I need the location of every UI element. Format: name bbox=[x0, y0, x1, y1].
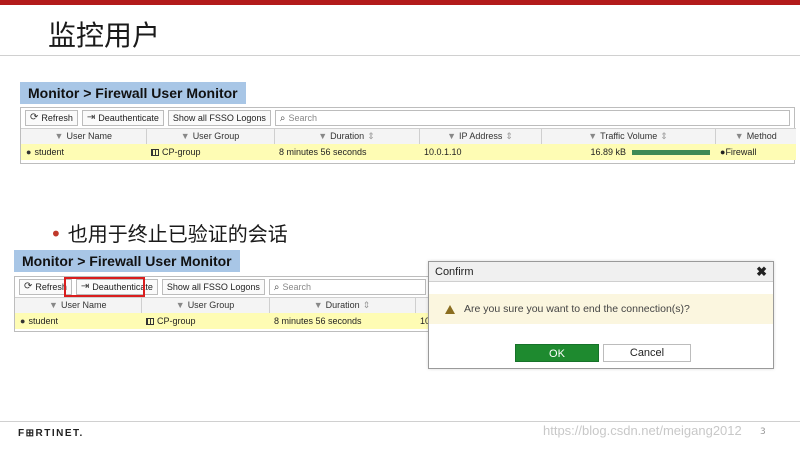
cell-ip-address: 10.0.1.10 bbox=[419, 143, 541, 160]
dialog-message-text: Are you sure you want to end the connect… bbox=[464, 303, 690, 315]
column-header-user-group[interactable]: ▼ User Group bbox=[141, 297, 270, 313]
cell-user-group: CP-group bbox=[141, 312, 269, 329]
user-table-top: ▼ User Name ▼ User Group ▼ Duration ⇕ ▼ IP Ad… bbox=[21, 128, 796, 160]
column-header-traffic-volume[interactable]: ▼ Traffic Volume ⇕ bbox=[541, 128, 716, 144]
warning-icon bbox=[445, 304, 455, 314]
sort-icon: ⇕ bbox=[660, 130, 668, 141]
column-header-user-name[interactable]: ▼ User Name bbox=[21, 128, 147, 144]
top-accent-rule bbox=[0, 0, 800, 5]
table-header-row: ▼ User Name ▼ User Group ▼ Duration ⇕ ▼ IP Ad… bbox=[21, 128, 796, 144]
group-icon bbox=[146, 317, 154, 325]
slide-title: 监控用户 bbox=[48, 19, 161, 52]
column-header-user-group[interactable]: ▼ User Group bbox=[146, 128, 275, 144]
search-icon: ⌕ bbox=[273, 281, 280, 293]
user-monitor-panel-top: ⟳ Refresh ⇥ Deauthenticate Show all FSSO… bbox=[20, 107, 796, 164]
close-icon[interactable]: ✖ bbox=[756, 264, 767, 280]
cell-method: ●Firewall bbox=[715, 143, 796, 160]
filter-icon: ▼ bbox=[54, 131, 64, 142]
table-row[interactable]: ● student CP-group 8 minutes 56 seconds 1… bbox=[21, 143, 796, 160]
refresh-icon: ⟳ bbox=[24, 281, 33, 292]
refresh-button[interactable]: ⟳ Refresh bbox=[25, 110, 78, 126]
refresh-icon: ⟳ bbox=[30, 112, 39, 123]
sort-icon: ⇕ bbox=[367, 130, 375, 141]
filter-icon: ▼ bbox=[588, 130, 598, 141]
bullet-point: • 也用于终止已验证的会话 bbox=[50, 222, 288, 246]
breadcrumb-top: Monitor > Firewall User Monitor bbox=[20, 82, 246, 104]
fortinet-logo: F⊞RTINET. bbox=[18, 428, 84, 439]
search-icon: ⌕ bbox=[279, 112, 286, 124]
column-header-user-name[interactable]: ▼ User Name bbox=[15, 297, 142, 313]
cell-user-name: ● student bbox=[15, 312, 141, 329]
dialog-header: Confirm ✖ bbox=[429, 262, 773, 282]
column-header-method[interactable]: ▼ Method bbox=[715, 128, 796, 144]
show-fsso-label: Show all FSSO Logons bbox=[166, 282, 260, 292]
search-placeholder: Search bbox=[282, 282, 312, 292]
sort-icon: ⇕ bbox=[505, 130, 513, 141]
user-icon: ● bbox=[26, 146, 32, 157]
search-placeholder: Search bbox=[288, 113, 318, 123]
breadcrumb-bottom: Monitor > Firewall User Monitor bbox=[14, 250, 240, 272]
deauthenticate-button[interactable]: ⇥ Deauthenticate bbox=[81, 110, 164, 126]
search-input[interactable]: ⌕ Search bbox=[268, 279, 426, 295]
column-header-duration[interactable]: ▼ Duration ⇕ bbox=[274, 128, 420, 144]
column-header-duration[interactable]: ▼ Duration ⇕ bbox=[269, 297, 416, 313]
deauthenticate-label: Deauthenticate bbox=[98, 113, 159, 123]
show-fsso-label: Show all FSSO Logons bbox=[172, 113, 266, 123]
filter-icon: ▼ bbox=[180, 131, 190, 142]
cell-traffic-volume: 16.89 kB bbox=[541, 143, 715, 160]
sort-icon: ⇕ bbox=[362, 299, 371, 310]
refresh-label: Refresh bbox=[35, 282, 67, 292]
search-input[interactable]: ⌕ Search bbox=[274, 110, 790, 126]
filter-icon: ▼ bbox=[447, 130, 456, 141]
show-fsso-logons-button[interactable]: Show all FSSO Logons bbox=[161, 279, 265, 295]
table-row[interactable]: ● student CP-group 8 minutes 56 seconds 1… bbox=[15, 312, 431, 329]
user-table-bottom: ▼ User Name ▼ User Group ▼ Duration ⇕ ● stude… bbox=[15, 297, 431, 329]
dialog-title: Confirm bbox=[435, 265, 474, 278]
traffic-volume-bar bbox=[632, 149, 710, 155]
toolbar-top: ⟳ Refresh ⇥ Deauthenticate Show all FSSO… bbox=[21, 108, 794, 128]
bullet-dot: • bbox=[50, 222, 62, 246]
cell-duration: 8 minutes 56 seconds bbox=[269, 312, 415, 329]
cancel-button[interactable]: Cancel bbox=[603, 344, 691, 362]
user-icon: ● bbox=[20, 315, 26, 326]
filter-icon: ▼ bbox=[318, 130, 328, 141]
filter-icon: ▼ bbox=[734, 131, 744, 142]
refresh-label: Refresh bbox=[41, 113, 73, 123]
table-header-row: ▼ User Name ▼ User Group ▼ Duration ⇕ bbox=[15, 297, 431, 313]
dialog-buttons: OK Cancel bbox=[515, 344, 691, 362]
show-fsso-logons-button[interactable]: Show all FSSO Logons bbox=[167, 110, 271, 126]
ok-button[interactable]: OK bbox=[515, 344, 599, 362]
group-icon bbox=[151, 148, 159, 156]
column-header-ip-address[interactable]: ▼ IP Address ⇕ bbox=[419, 128, 542, 144]
sign-out-icon: ⇥ bbox=[86, 112, 96, 123]
deauthenticate-highlight-box bbox=[64, 277, 145, 297]
page-number: 3 bbox=[760, 427, 766, 437]
footer-divider bbox=[0, 421, 800, 422]
filter-icon: ▼ bbox=[49, 300, 58, 311]
cell-user-name: ● student bbox=[21, 143, 146, 160]
dialog-message: Are you sure you want to end the connect… bbox=[429, 294, 773, 324]
confirm-dialog: Confirm ✖ Are you sure you want to end t… bbox=[428, 261, 774, 369]
filter-icon: ▼ bbox=[313, 299, 323, 310]
title-divider bbox=[0, 55, 800, 56]
cell-duration: 8 minutes 56 seconds bbox=[274, 143, 419, 160]
cell-user-group: CP-group bbox=[146, 143, 274, 160]
filter-icon: ▼ bbox=[175, 300, 185, 311]
watermark: https://blog.csdn.net/meigang2012 bbox=[543, 423, 742, 438]
